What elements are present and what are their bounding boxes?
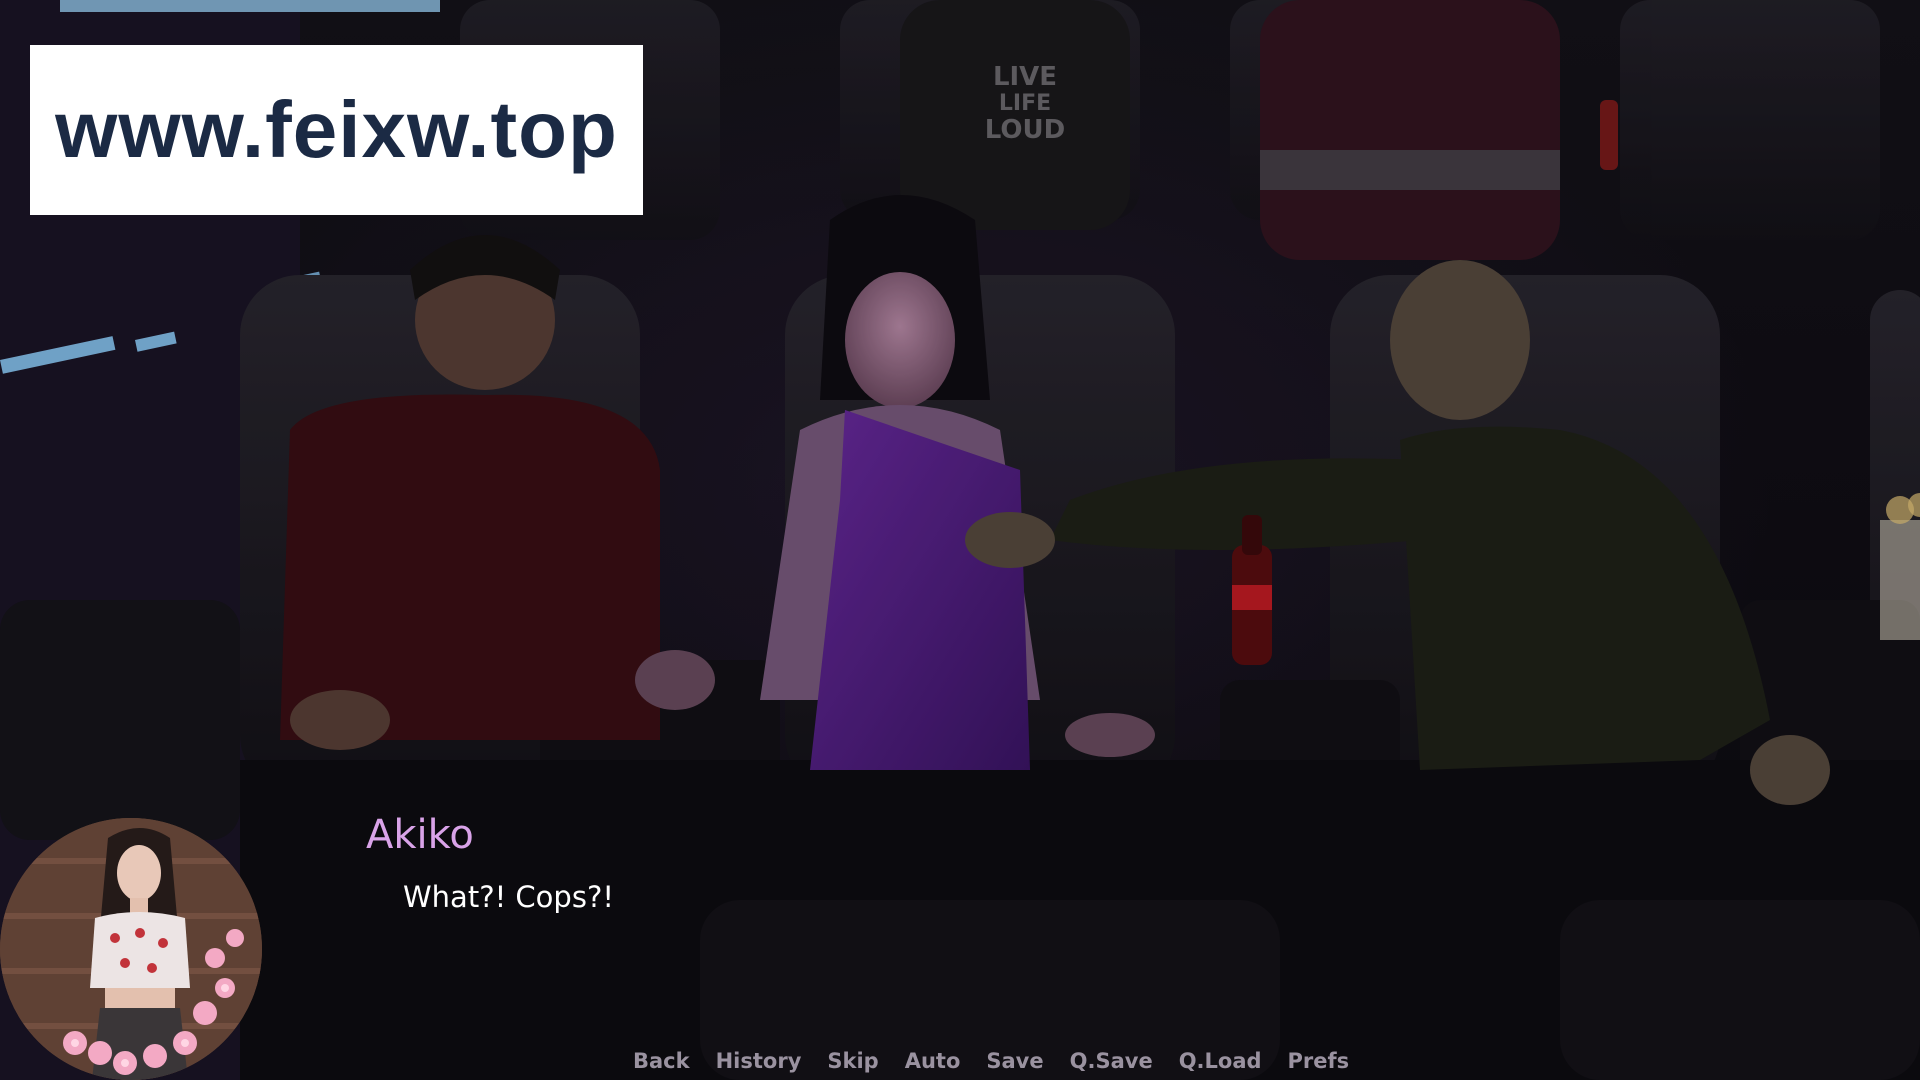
back-button[interactable]: Back [620,1046,703,1076]
character-portrait-image [0,818,262,1080]
save-button[interactable]: Save [973,1046,1056,1076]
quick-menu: Back History Skip Auto Save Q.Save Q.Loa… [620,1046,1362,1076]
quick-load-button[interactable]: Q.Load [1166,1046,1275,1076]
skip-button[interactable]: Skip [814,1046,891,1076]
watermark-banner: www.feixw.top [30,45,643,215]
history-button[interactable]: History [703,1046,815,1076]
watermark-text: www.feixw.top [55,85,618,174]
speaker-name: Akiko [366,812,474,858]
preferences-button[interactable]: Prefs [1275,1046,1363,1076]
character-portrait [0,818,262,1080]
game-screen[interactable]: LIVE LIFE LOUD www.feixw.top Akiko What?… [0,0,1920,1080]
auto-button[interactable]: Auto [892,1046,974,1076]
quick-save-button[interactable]: Q.Save [1057,1046,1166,1076]
dialogue-text[interactable]: What?! Cops?! [403,880,614,914]
